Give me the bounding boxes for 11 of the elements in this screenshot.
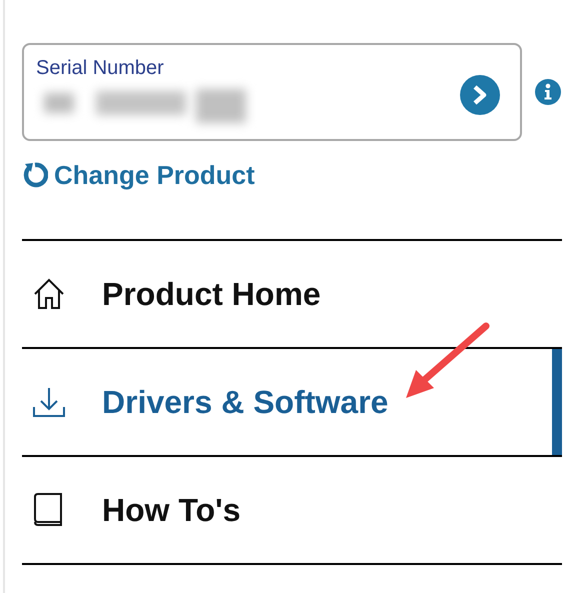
- info-icon[interactable]: [535, 79, 561, 105]
- refresh-icon: [22, 162, 48, 188]
- nav-item[interactable]: How To's: [22, 457, 562, 565]
- field-label: Serial Number: [36, 57, 164, 79]
- home-icon: [32, 277, 66, 311]
- nav-item[interactable]: Product Home: [22, 241, 562, 349]
- serial-number-field[interactable]: Serial Number: [22, 43, 522, 141]
- download-icon: [32, 385, 66, 419]
- submit-button[interactable]: [460, 75, 500, 115]
- change-product-link[interactable]: Change Product: [22, 159, 562, 191]
- chevron-right-icon: [472, 85, 488, 105]
